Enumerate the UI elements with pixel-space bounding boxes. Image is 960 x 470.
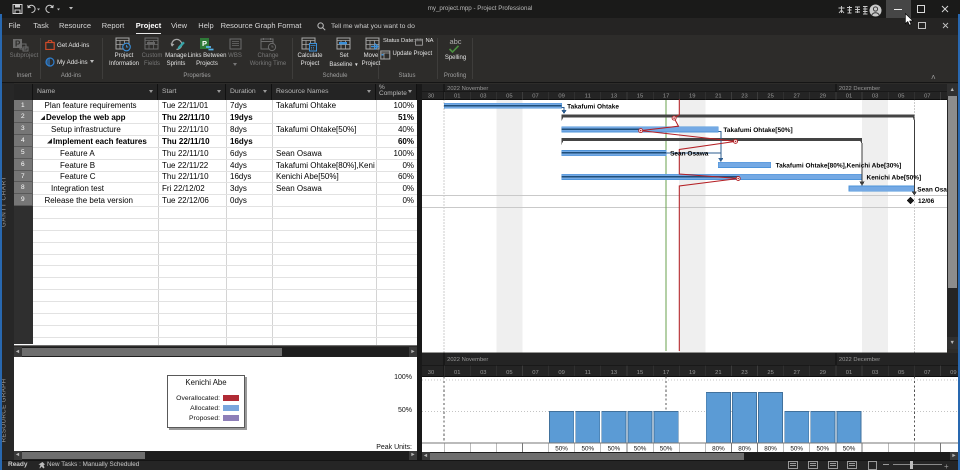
svg-text:15: 15: [636, 93, 642, 99]
svg-text:21: 21: [715, 93, 721, 99]
svg-text:50%: 50%: [555, 445, 568, 452]
svg-text:Sean Osawa: Sean Osawa: [670, 151, 709, 158]
svg-text:13: 13: [610, 93, 616, 99]
svg-text:25: 25: [767, 93, 773, 99]
svg-text:29: 29: [819, 93, 825, 99]
svg-text:50%: 50%: [633, 445, 646, 452]
svg-text:50%: 50%: [842, 445, 855, 452]
svg-text:03: 03: [871, 93, 877, 99]
svg-text:01: 01: [845, 93, 851, 99]
svg-text:27: 27: [793, 93, 799, 99]
svg-text:29: 29: [819, 370, 825, 376]
svg-text:11: 11: [584, 93, 590, 99]
svg-text:2022 December: 2022 December: [838, 86, 879, 92]
svg-text:23: 23: [741, 370, 747, 376]
svg-text:50%: 50%: [607, 445, 620, 452]
svg-text:2022 November: 2022 November: [447, 86, 488, 92]
svg-text:17: 17: [662, 370, 668, 376]
svg-text:07: 07: [924, 370, 930, 376]
svg-text:19: 19: [688, 370, 694, 376]
svg-text:Takafumi Ohtake[80%],Kenichi A: Takafumi Ohtake[80%],Kenichi Abe[30%]: [775, 163, 901, 170]
svg-text:25: 25: [767, 370, 773, 376]
svg-text:01: 01: [453, 370, 459, 376]
svg-text:17: 17: [662, 93, 668, 99]
svg-text:Sean Osawa: Sean Osawa: [917, 186, 947, 193]
svg-text:50%: 50%: [659, 445, 672, 452]
svg-text:50%: 50%: [581, 445, 594, 452]
svg-text:05: 05: [897, 93, 903, 99]
svg-text:2022 December: 2022 December: [838, 357, 879, 363]
svg-text:05: 05: [897, 370, 903, 376]
svg-text:07: 07: [924, 93, 930, 99]
svg-text:Takafumi Ohtake: Takafumi Ohtake: [567, 103, 619, 110]
svg-text:09: 09: [558, 93, 564, 99]
svg-text:05: 05: [506, 370, 512, 376]
svg-text:27: 27: [793, 370, 799, 376]
svg-text:12/06: 12/06: [918, 198, 935, 205]
svg-text:07: 07: [532, 370, 538, 376]
svg-text:05: 05: [506, 93, 512, 99]
svg-text:01: 01: [453, 93, 459, 99]
svg-text:2022 November: 2022 November: [447, 357, 488, 363]
svg-text:03: 03: [480, 93, 486, 99]
svg-text:03: 03: [871, 370, 877, 376]
svg-text:30: 30: [427, 93, 433, 99]
svg-text:07: 07: [532, 93, 538, 99]
svg-text:09: 09: [950, 370, 956, 376]
svg-text:03: 03: [480, 370, 486, 376]
svg-text:09: 09: [558, 370, 564, 376]
svg-text:11: 11: [584, 370, 590, 376]
svg-text:80%: 80%: [712, 445, 725, 452]
svg-text:15: 15: [636, 370, 642, 376]
svg-text:80%: 80%: [764, 445, 777, 452]
svg-text:Kenichi Abe[50%]: Kenichi Abe[50%]: [866, 174, 921, 181]
svg-text:Takafumi Ohtake[50%]: Takafumi Ohtake[50%]: [723, 127, 792, 134]
svg-text:19: 19: [688, 93, 694, 99]
svg-text:50%: 50%: [790, 445, 803, 452]
svg-text:21: 21: [715, 370, 721, 376]
svg-text:13: 13: [610, 370, 616, 376]
svg-text:80%: 80%: [738, 445, 751, 452]
svg-text:50%: 50%: [816, 445, 829, 452]
svg-text:01: 01: [845, 370, 851, 376]
svg-text:23: 23: [741, 93, 747, 99]
svg-text:30: 30: [427, 370, 433, 376]
